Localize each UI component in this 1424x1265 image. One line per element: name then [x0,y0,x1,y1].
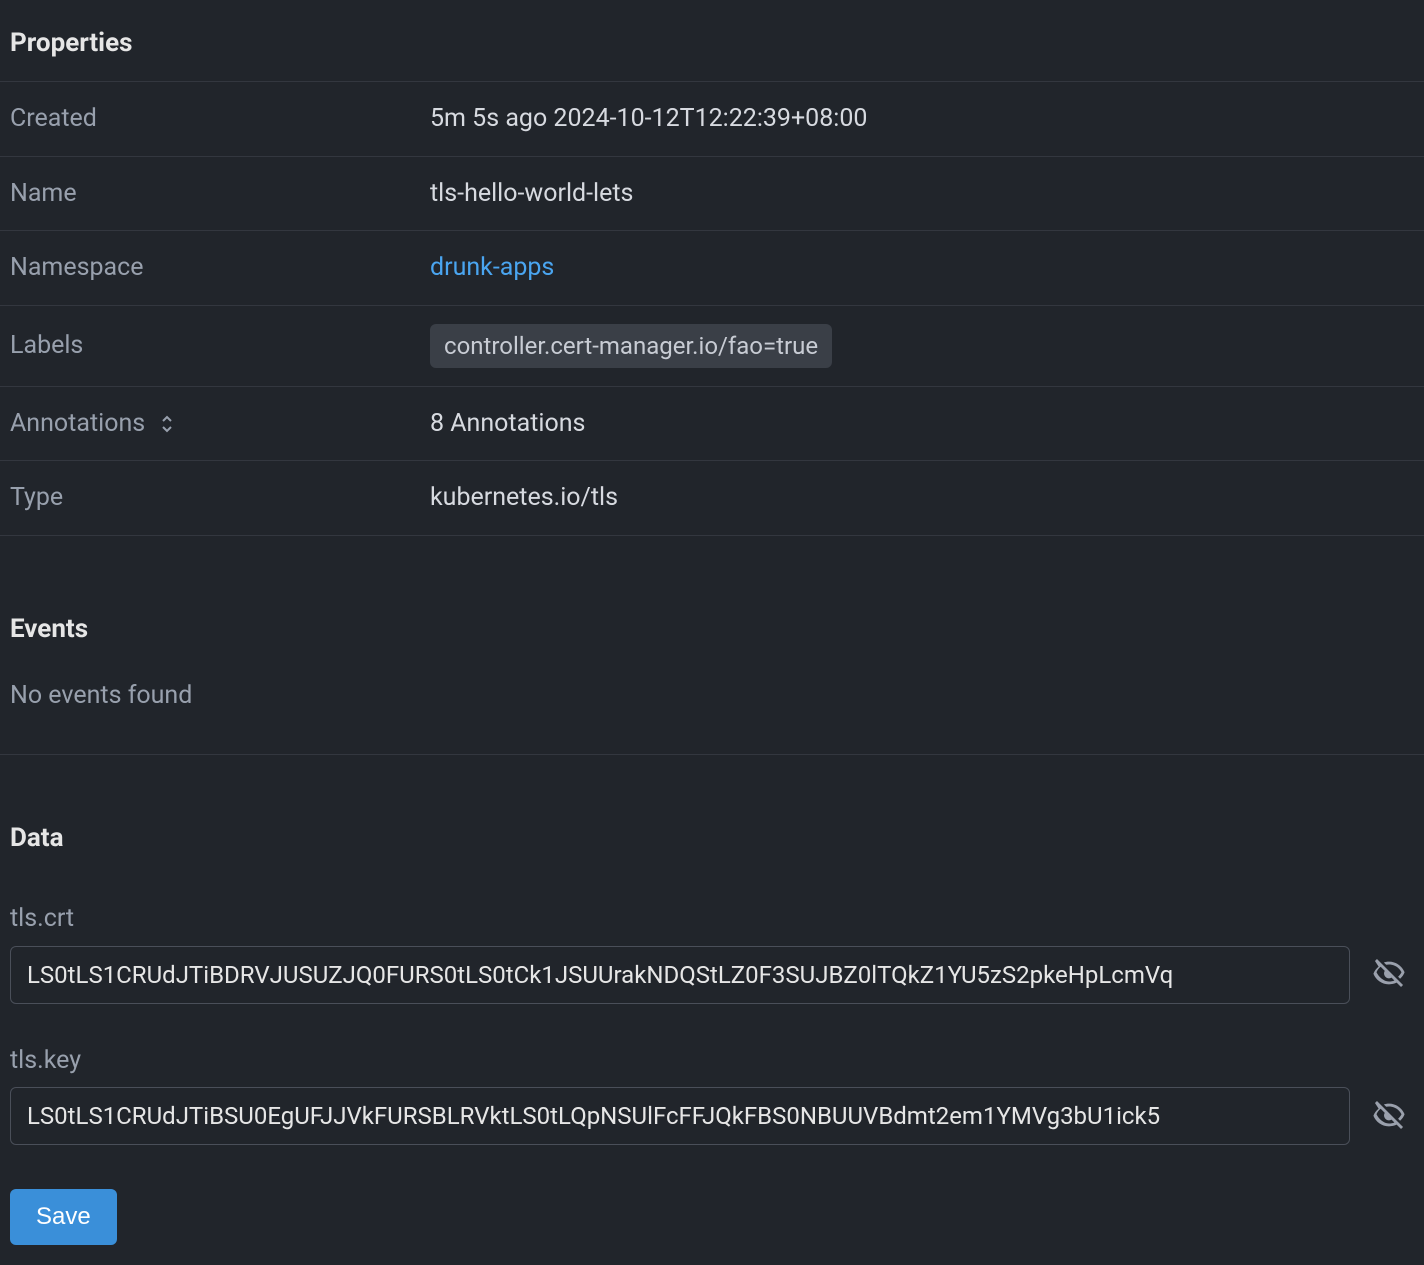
label-labels: Labels [0,305,420,386]
eye-off-icon [1372,956,1406,993]
row-created: Created 5m 5s ago 2024-10-12T12:22:39+08… [0,82,1424,157]
tls-crt-input[interactable] [10,946,1350,1004]
tls-crt-label: tls.crt [0,876,1424,946]
label-namespace: Namespace [0,231,420,306]
save-button[interactable]: Save [10,1189,117,1245]
expand-annotations-icon[interactable] [161,415,173,433]
namespace-link[interactable]: drunk-apps [430,253,554,282]
row-annotations: Annotations 8 Annotations [0,386,1424,461]
value-name: tls-hello-world-lets [420,156,1424,231]
label-annotations: Annotations [10,409,145,438]
value-type: kubernetes.io/tls [420,461,1424,536]
properties-heading: Properties [0,0,1424,81]
label-type: Type [0,461,420,536]
data-heading: Data [0,795,1424,876]
events-empty: No events found [0,667,1424,756]
eye-off-icon [1372,1098,1406,1135]
value-created: 5m 5s ago 2024-10-12T12:22:39+08:00 [420,82,1424,157]
row-namespace: Namespace drunk-apps [0,231,1424,306]
row-name: Name tls-hello-world-lets [0,156,1424,231]
label-chip[interactable]: controller.cert-manager.io/fao=true [430,324,832,368]
label-created: Created [0,82,420,157]
events-heading: Events [0,586,1424,667]
label-name: Name [0,156,420,231]
toggle-visibility-tls-crt[interactable] [1366,950,1412,999]
row-labels: Labels controller.cert-manager.io/fao=tr… [0,305,1424,386]
properties-table: Created 5m 5s ago 2024-10-12T12:22:39+08… [0,81,1424,536]
toggle-visibility-tls-key[interactable] [1366,1092,1412,1141]
tls-key-input[interactable] [10,1087,1350,1145]
tls-key-label: tls.key [0,1018,1424,1088]
row-type: Type kubernetes.io/tls [0,461,1424,536]
value-annotations: 8 Annotations [420,386,1424,461]
